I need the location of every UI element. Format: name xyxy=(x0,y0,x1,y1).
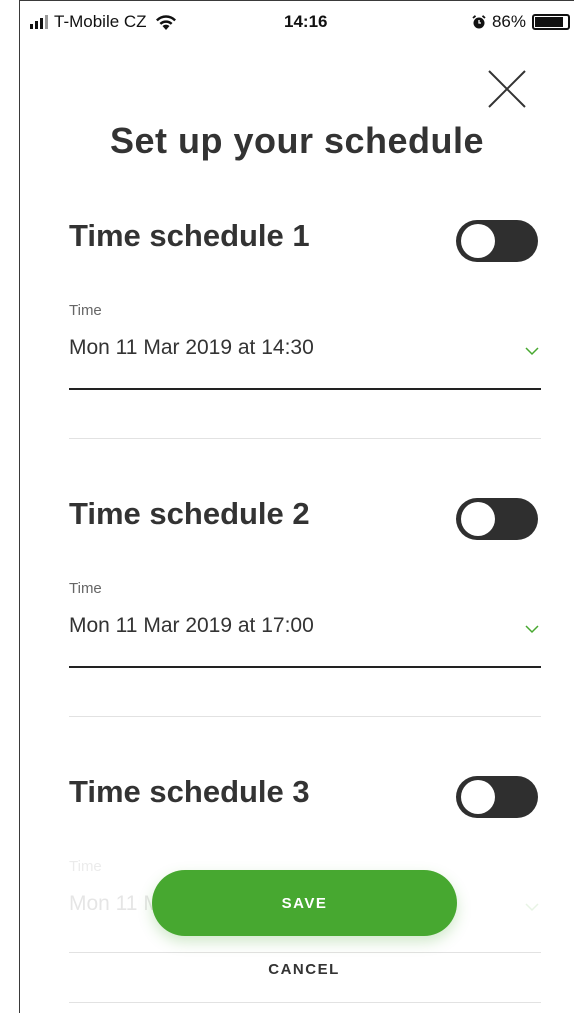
close-icon[interactable] xyxy=(486,68,528,110)
time-label: Time xyxy=(69,580,102,597)
chevron-down-icon[interactable] xyxy=(525,624,539,634)
page-title: Set up your schedule xyxy=(109,120,485,161)
battery-icon xyxy=(532,14,570,30)
schedule-title: Time schedule 2 xyxy=(69,496,310,531)
wifi-icon xyxy=(155,15,176,30)
time-select[interactable]: Mon 11 Mar 2019 at 14:30 xyxy=(69,336,314,360)
schedule-title: Time schedule 1 xyxy=(69,218,310,253)
divider xyxy=(69,716,541,717)
status-left: T-Mobile CZ xyxy=(30,12,178,32)
time-label: Time xyxy=(69,858,102,875)
battery-fill xyxy=(535,17,563,27)
screen-frame-top xyxy=(19,0,574,1)
chevron-down-icon[interactable] xyxy=(525,902,539,912)
time-label: Time xyxy=(69,302,102,319)
field-underline xyxy=(69,388,541,390)
save-button[interactable]: SAVE xyxy=(152,870,457,936)
divider xyxy=(69,438,541,439)
divider xyxy=(69,1002,541,1003)
schedule-title: Time schedule 3 xyxy=(69,774,310,809)
schedule-2-toggle[interactable] xyxy=(456,498,538,540)
status-bar: T-Mobile CZ 14:16 86% xyxy=(20,6,574,38)
signal-icon xyxy=(30,15,48,29)
schedule-3-toggle[interactable] xyxy=(456,776,538,818)
chevron-down-icon[interactable] xyxy=(525,346,539,356)
field-underline xyxy=(69,666,541,668)
alarm-icon xyxy=(472,15,486,29)
toggle-knob xyxy=(461,502,495,536)
status-time: 14:16 xyxy=(284,12,328,31)
carrier-name: T-Mobile CZ xyxy=(54,12,147,31)
divider xyxy=(69,952,541,953)
toggle-knob xyxy=(461,224,495,258)
schedule-1-toggle[interactable] xyxy=(456,220,538,262)
time-select[interactable]: Mon 11 Mar 2019 at 17:00 xyxy=(69,614,314,638)
battery-percent: 86% xyxy=(491,12,526,31)
cancel-button[interactable]: CANCEL xyxy=(20,961,574,978)
status-right: 86% xyxy=(472,12,570,32)
toggle-knob xyxy=(461,780,495,814)
